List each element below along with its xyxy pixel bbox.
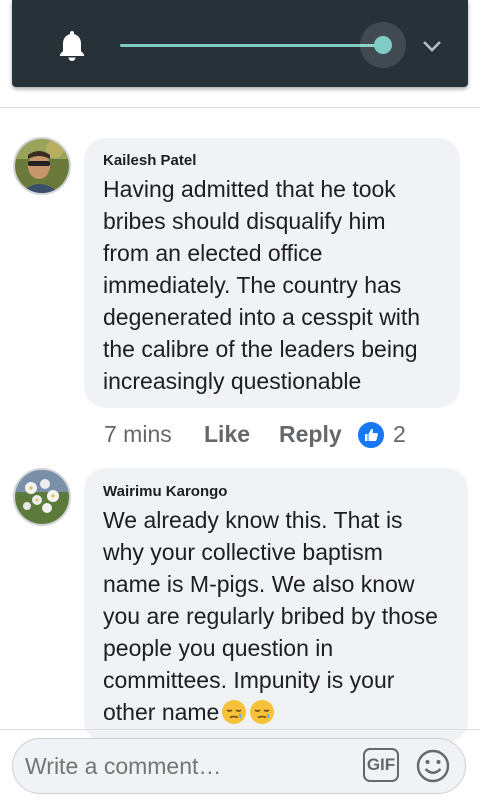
volume-slider-thumb[interactable]	[374, 36, 392, 54]
comment-author[interactable]: Kailesh Patel	[103, 152, 196, 169]
volume-panel	[12, 0, 468, 87]
comment-text-line: from an elected office	[103, 240, 323, 266]
comment-text-line: the calibre of the leaders being	[103, 336, 418, 362]
reaction-count[interactable]: 2	[393, 421, 406, 448]
comment-text-line: people you question in	[103, 635, 334, 661]
comment-text-line: immediately. The country has	[103, 272, 402, 298]
comment-text-line-last: other name	[103, 696, 438, 728]
comment-composer[interactable]: GIF	[12, 738, 466, 794]
comment-text-line: increasingly questionable	[103, 368, 362, 394]
comment-input[interactable]	[25, 753, 345, 780]
like-reaction-icon[interactable]	[356, 420, 386, 450]
comment-text-line: bribes should disqualify him	[103, 208, 386, 234]
comment-text-line: other name	[103, 699, 220, 725]
volume-slider-track[interactable]	[120, 44, 384, 47]
sleepy-face-emoji	[250, 700, 275, 724]
divider	[0, 729, 480, 730]
comment-text: We already know this. That is why your c…	[103, 504, 438, 728]
reply-button[interactable]: Reply	[279, 421, 342, 448]
comment-text-line: degenerated into a cesspit with	[103, 304, 421, 330]
comment-text-line: you are regularly bribed by those	[103, 603, 438, 629]
gif-button[interactable]: GIF	[363, 748, 399, 782]
sleepy-face-emoji	[222, 700, 247, 724]
comment-text-line: We already know this. That is	[103, 507, 403, 533]
comment-text-line: committees. Impunity is your	[103, 667, 395, 693]
comment-author[interactable]: Wairimu Karongo	[103, 483, 227, 500]
smiley-icon[interactable]	[415, 748, 451, 784]
comment-text-line: name is M-pigs. We also know	[103, 571, 415, 597]
comment-text-line: why your collective baptism	[103, 539, 383, 565]
divider	[0, 107, 480, 108]
avatar[interactable]	[13, 468, 71, 526]
comment-text-line: Having admitted that he took	[103, 176, 396, 202]
chevron-down-icon[interactable]	[421, 38, 443, 54]
comment-text: Having admitted that he took bribes shou…	[103, 173, 420, 397]
bell-icon[interactable]	[58, 28, 86, 62]
avatar[interactable]	[13, 137, 71, 195]
like-button[interactable]: Like	[204, 421, 250, 448]
comment-timestamp: 7 mins	[104, 421, 172, 447]
